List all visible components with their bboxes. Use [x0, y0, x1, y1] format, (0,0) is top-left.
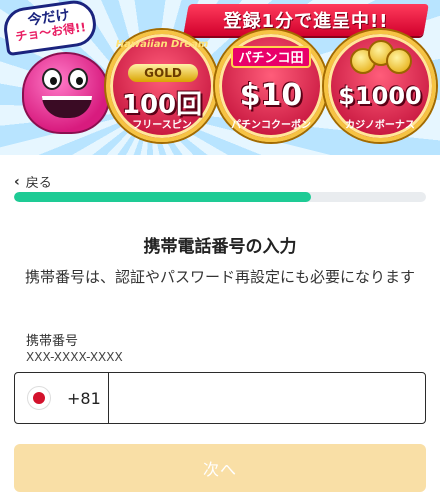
offer-gold-badge: GOLD — [128, 64, 198, 82]
offer-pachinko-coupon: パチンコ田 $10 パチンコクーポン — [215, 30, 327, 142]
offer-pachinko-logo: パチンコ田 — [231, 46, 311, 68]
phone-label: 携帯番号 — [26, 334, 79, 349]
offer-amount: $10 — [239, 78, 303, 113]
offer-subtitle: カジノボーナス — [345, 120, 415, 131]
offer-amount: $1000 — [338, 82, 422, 110]
phone-format-hint: XXX-XXXX-XXXX — [26, 350, 123, 364]
progress-fill — [14, 192, 311, 202]
offer-game-logo: Hawaiian Dream — [115, 39, 209, 50]
promo-ribbon-text: 登録1分で進呈中!! — [223, 11, 389, 32]
back-link[interactable]: ‹ 戻る — [14, 172, 52, 192]
offer-casino-bonus: $1000 カジノボーナス — [324, 30, 436, 142]
country-code: +81 — [67, 388, 101, 408]
speech-bubble: 今だけ チョ〜お得!! — [1, 0, 99, 57]
step-progress-bar — [14, 192, 426, 202]
country-code-selector[interactable]: +81 — [15, 373, 109, 423]
gold-coins-icon — [350, 40, 412, 76]
next-button[interactable]: 次へ — [14, 444, 426, 492]
promo-banner[interactable]: 今だけ チョ〜お得!! 登録1分で進呈中!! Hawaiian Dream GO… — [0, 0, 440, 155]
back-label: 戻る — [25, 176, 52, 191]
offer-subtitle: パチンコクーポン — [231, 120, 311, 131]
page-description: 携帯番号は、認証やパスワード再設定にも必要になります — [24, 268, 415, 286]
mascot-eye-icon — [68, 68, 88, 90]
phone-number-input[interactable] — [109, 373, 425, 423]
chevron-left-icon: ‹ — [14, 173, 20, 190]
phone-field: +81 — [14, 372, 426, 424]
offer-subtitle: フリースピン — [132, 120, 192, 131]
page-title: 携帯電話番号の入力 — [143, 237, 297, 257]
japan-flag-icon — [27, 386, 51, 410]
offer-free-spins: Hawaiian Dream GOLD 100回 フリースピン — [106, 30, 218, 142]
mascot-mouth-icon — [42, 96, 92, 118]
mascot-image — [22, 52, 110, 134]
mascot-eye-icon — [42, 68, 62, 90]
